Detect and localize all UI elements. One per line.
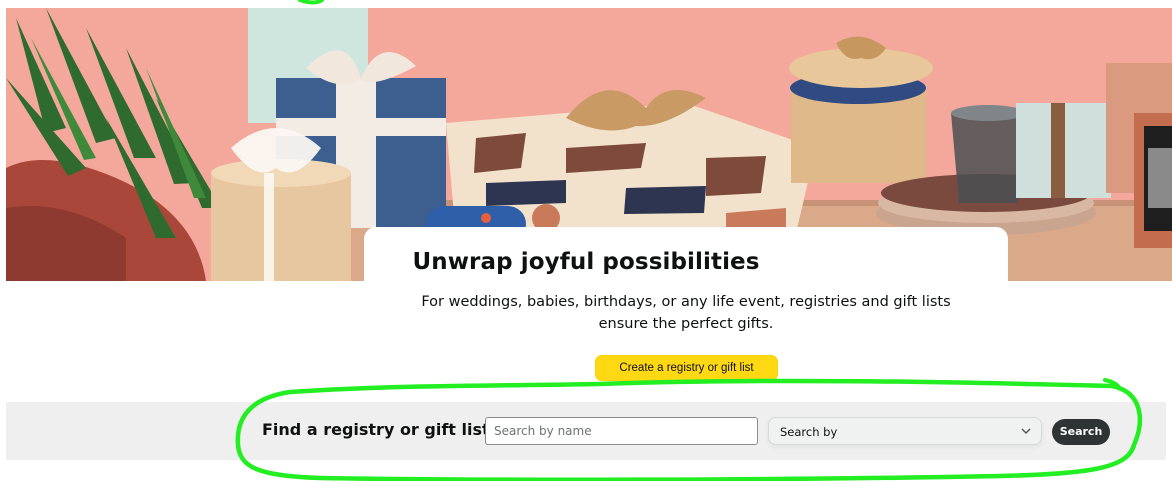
create-registry-button[interactable]: Create a registry or gift list [595,355,778,381]
search-by-selected-value: Search by [780,425,838,439]
find-registry-label: Find a registry or gift list [262,420,490,439]
search-by-dropdown[interactable]: Search by [768,417,1042,445]
hero-description: For weddings, babies, birthdays, or any … [421,294,951,332]
search-by-name-input[interactable] [485,417,758,445]
search-button[interactable]: Search [1052,419,1110,445]
chevron-down-icon [1021,428,1031,435]
page-headline: Unwrap joyful possibilities [412,249,760,275]
